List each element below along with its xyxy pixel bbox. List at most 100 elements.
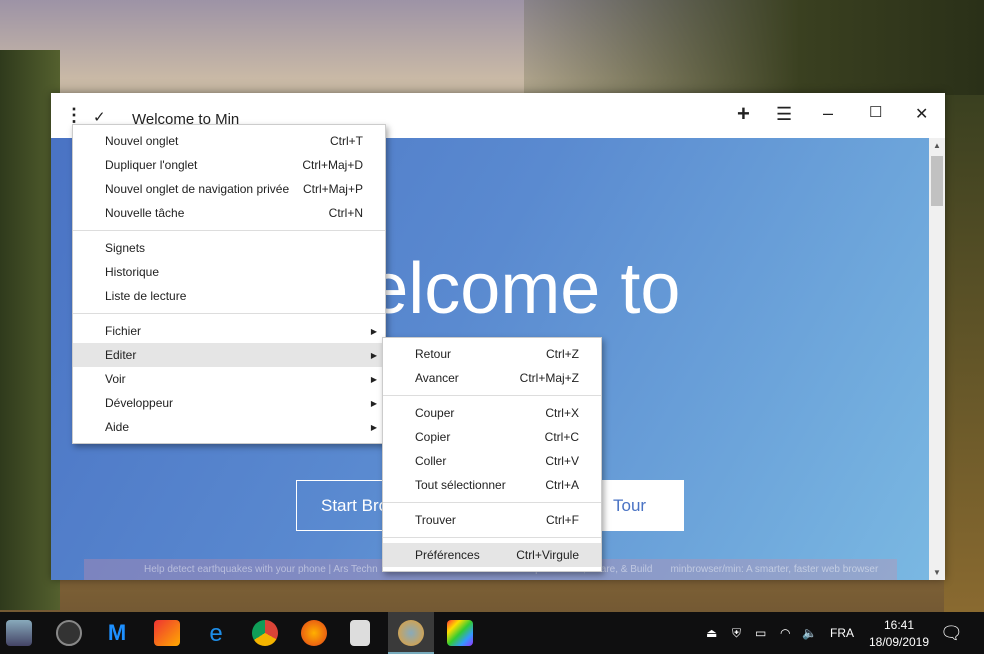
- menu-divider: [383, 502, 601, 503]
- menu-item-label: Tout sélectionner: [415, 478, 506, 492]
- ccleaner-icon[interactable]: [154, 620, 180, 646]
- chevron-right-icon: ▶: [370, 422, 377, 432]
- menu-item-duplicate-tab[interactable]: Dupliquer l'onglet Ctrl+Maj+D: [73, 153, 385, 177]
- time: 16:41: [883, 617, 915, 632]
- battery-icon[interactable]: ▭: [755, 612, 766, 654]
- scroll-down-icon[interactable]: ▼: [933, 568, 941, 577]
- edge-icon[interactable]: e: [203, 620, 229, 647]
- shortcut: Ctrl+Virgule: [516, 548, 579, 562]
- shortcut: Ctrl+T: [330, 134, 363, 148]
- menu-item-file[interactable]: Fichier ▶: [73, 319, 385, 343]
- menu-item-label: Préférences: [415, 548, 480, 562]
- menu-divider: [73, 313, 385, 314]
- malwarebytes-icon[interactable]: M: [104, 620, 130, 646]
- menu-item-history[interactable]: Historique: [73, 260, 385, 284]
- app-icon[interactable]: [56, 620, 82, 646]
- chevron-right-icon: ▶: [370, 326, 377, 336]
- menu-item-label: Copier: [415, 430, 451, 444]
- shortcut: Ctrl+N: [328, 206, 363, 220]
- menu-item-find[interactable]: Trouver Ctrl+F: [383, 508, 601, 532]
- chrome-icon[interactable]: [252, 620, 278, 646]
- background-tab[interactable]: Help detect earthquakes with your phone …: [144, 564, 378, 575]
- main-menu: Nouvel onglet Ctrl+T Dupliquer l'onglet Ct…: [72, 124, 386, 444]
- menu-item-new-task[interactable]: Nouvelle tâche Ctrl+N: [73, 201, 385, 225]
- menu-item-preferences[interactable]: Préférences Ctrl+Virgule: [383, 543, 601, 567]
- menu-item-redo[interactable]: Avancer Ctrl+Maj+Z: [383, 366, 601, 390]
- scroll-up-icon[interactable]: ▲: [933, 141, 941, 150]
- menu-item-label: Nouvel onglet de navigation privée: [105, 182, 290, 196]
- menu-item-private-tab[interactable]: Nouvel onglet de navigation privée Ctrl+M…: [73, 177, 385, 201]
- menu-item-label: Liste de lecture: [105, 289, 187, 303]
- menu-item-label: Développeur: [105, 396, 174, 410]
- minimize-icon[interactable]: –: [823, 103, 833, 124]
- volume-icon[interactable]: 🔈: [802, 612, 817, 654]
- shortcut: Ctrl+Maj+D: [302, 158, 363, 172]
- chevron-right-icon: ▶: [370, 374, 377, 384]
- shortcut: Ctrl+Z: [546, 347, 579, 361]
- menu-dots-icon[interactable]: ⋮: [65, 105, 83, 126]
- tour-button[interactable]: Tour: [588, 480, 684, 531]
- calculator-icon[interactable]: [350, 620, 370, 646]
- menu-item-label: Couper: [415, 406, 455, 420]
- date: 18/09/2019: [868, 634, 930, 649]
- language-indicator[interactable]: FRA: [830, 612, 854, 654]
- menu-item-label: Nouvelle tâche: [105, 206, 185, 220]
- app-icon[interactable]: [6, 620, 32, 646]
- menu-item-paste[interactable]: Coller Ctrl+V: [383, 449, 601, 473]
- menu-item-developer[interactable]: Développeur ▶: [73, 391, 385, 415]
- shortcut: Ctrl+F: [546, 513, 579, 527]
- wifi-icon[interactable]: ◠: [780, 612, 790, 654]
- menu-item-edit[interactable]: Editer ▶: [73, 343, 385, 367]
- close-icon[interactable]: ✕: [915, 104, 928, 124]
- min-browser-taskbar-button[interactable]: [388, 612, 434, 654]
- menu-item-new-tab[interactable]: Nouvel onglet Ctrl+T: [73, 129, 385, 153]
- scrollbar-thumb[interactable]: [931, 156, 943, 206]
- menu-item-label: Historique: [105, 265, 160, 279]
- menu-item-label: Aide: [105, 420, 130, 434]
- menu-item-reading-list[interactable]: Liste de lecture: [73, 284, 385, 308]
- menu-item-label: Trouver: [415, 513, 456, 527]
- menu-item-label: Retour: [415, 347, 452, 361]
- menu-item-undo[interactable]: Retour Ctrl+Z: [383, 342, 601, 366]
- menu-item-view[interactable]: Voir ▶: [73, 367, 385, 391]
- menu-item-label: Signets: [105, 241, 146, 255]
- app-icon[interactable]: [447, 620, 473, 646]
- taskbar: M e ⏏ ⛨ ▭ ◠ 🔈 FRA 16:41 18/09/2019 🗨: [0, 612, 984, 654]
- maximize-icon[interactable]: ☐: [869, 103, 882, 121]
- shortcut: Ctrl+X: [545, 406, 579, 420]
- menu-divider: [383, 537, 601, 538]
- wallpaper-tree: [524, 0, 984, 95]
- usb-icon[interactable]: ⏏: [706, 612, 717, 654]
- notifications-icon[interactable]: 🗨: [940, 612, 963, 654]
- clock[interactable]: 16:41 18/09/2019: [862, 612, 936, 654]
- defender-icon[interactable]: ⛨: [732, 612, 741, 654]
- shortcut: Ctrl+V: [545, 454, 579, 468]
- menu-item-label: Coller: [415, 454, 447, 468]
- menu-item-select-all[interactable]: Tout sélectionner Ctrl+A: [383, 473, 601, 497]
- chevron-right-icon: ▶: [370, 350, 377, 360]
- menu-divider: [73, 230, 385, 231]
- menu-item-bookmarks[interactable]: Signets: [73, 236, 385, 260]
- hamburger-icon[interactable]: ☰: [776, 104, 792, 125]
- menu-item-copy[interactable]: Copier Ctrl+C: [383, 425, 601, 449]
- wallpaper-tree: [944, 95, 984, 615]
- menu-item-label: Dupliquer l'onglet: [105, 158, 198, 172]
- shortcut: Ctrl+Maj+P: [302, 182, 363, 196]
- menu-item-label: Avancer: [415, 371, 459, 385]
- menu-item-cut[interactable]: Couper Ctrl+X: [383, 401, 601, 425]
- menu-divider: [383, 395, 601, 396]
- edit-submenu: Retour Ctrl+Z Avancer Ctrl+Maj+Z Couper Ctr…: [382, 337, 602, 572]
- menu-item-help[interactable]: Aide ▶: [73, 415, 385, 439]
- shortcut: Ctrl+Maj+Z: [519, 371, 579, 385]
- background-tab[interactable]: minbrowser/min: A smarter, faster web br…: [670, 564, 878, 575]
- menu-item-label: Nouvel onglet: [105, 134, 179, 148]
- menu-item-label: Voir: [105, 372, 126, 386]
- shortcut: Ctrl+A: [545, 478, 579, 492]
- firefox-icon[interactable]: [301, 620, 327, 646]
- scrollbar[interactable]: ▲ ▼: [929, 138, 945, 580]
- menu-item-label: Fichier: [105, 324, 142, 338]
- chevron-right-icon: ▶: [370, 398, 377, 408]
- plus-icon[interactable]: +: [737, 101, 750, 127]
- shortcut: Ctrl+C: [544, 430, 579, 444]
- menu-item-label: Editer: [105, 348, 137, 362]
